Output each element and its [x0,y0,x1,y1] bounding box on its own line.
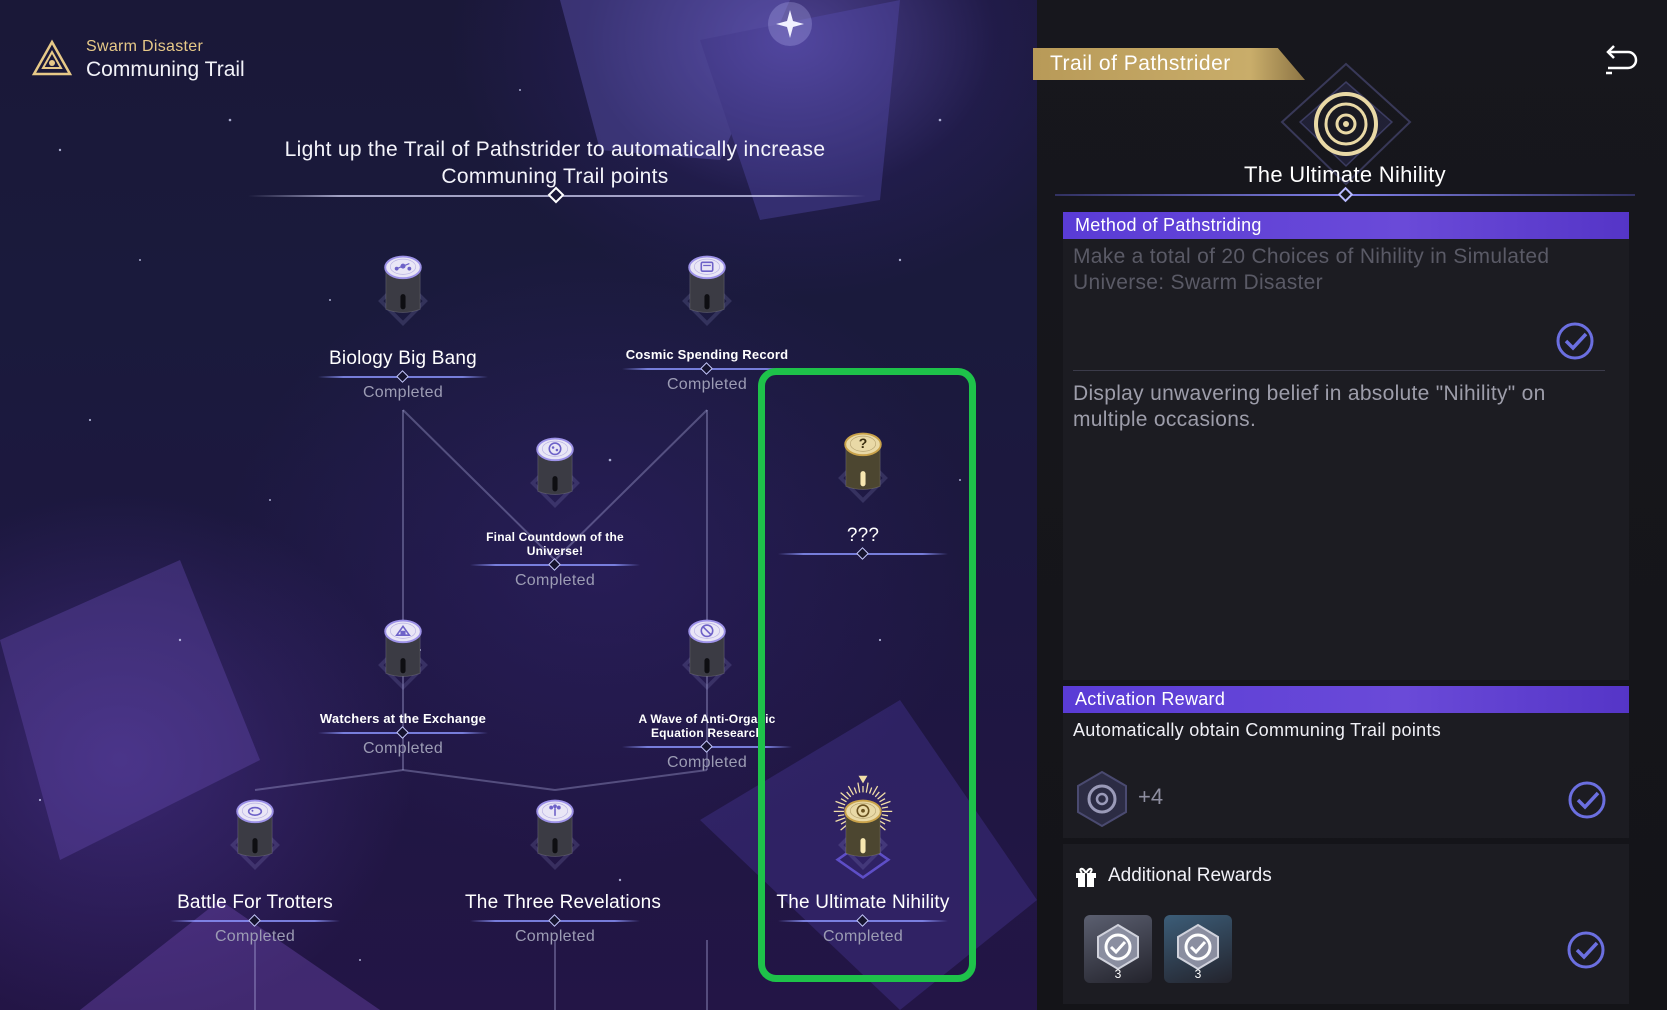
trail-node-biology-big-bang[interactable]: Biology Big Bang Completed [313,228,493,402]
node-label: The Three Revelations [465,892,662,913]
activation-heading: Activation Reward [1063,686,1629,713]
method-text: Make a total of 20 Choices of Nihility i… [1073,245,1550,294]
node-pillar [530,799,580,870]
node-status: Completed [514,928,596,945]
trail-node-final-countdown[interactable]: Final Countdown of the Universe! Complet… [465,410,645,590]
activation-check-icon [1568,781,1606,819]
node-separator [170,920,340,922]
node-label: Battle For Trotters [177,892,333,913]
page-header: Swarm Disaster Communing Trail [30,38,245,82]
additional-heading: Additional Rewards [1074,864,1272,888]
reward-item-1[interactable]: 3 [1084,915,1152,983]
reward-item-count: 3 [1114,967,1122,981]
intro-text: Light up the Trail of Pathstrider to aut… [284,138,826,188]
page-title: Communing Trail [86,58,245,81]
activation-text: Automatically obtain Communing Trail poi… [1073,720,1442,740]
node-pillar [682,255,732,326]
back-icon[interactable] [1600,42,1638,80]
node-label: Watchers at the Exchange [319,711,487,726]
node-status: Completed [362,740,444,757]
node-pillar [530,437,580,508]
reward-item-count: 3 [1194,967,1202,981]
communing-points-icon [1077,770,1127,828]
reward-item-2[interactable]: 3 [1164,915,1232,983]
trail-node-battle-trotters[interactable]: Battle For Trotters Completed [165,772,345,946]
node-pillar [378,619,428,690]
node-separator [470,920,640,922]
node-separator [470,564,640,566]
panel-title: The Ultimate Nihility [1244,162,1446,187]
node-status: Completed [362,384,444,401]
method-heading: Method of Pathstriding [1063,212,1629,239]
trail-node-three-revelations[interactable]: The Three Revelations Completed [465,772,662,946]
method-check-icon [1556,322,1594,360]
header-subtitle: Swarm Disaster [86,38,204,55]
node-label: Cosmic Spending Record [625,347,789,362]
node-pillar [682,619,732,690]
panel-tag: Trail of Pathstrider [1033,48,1305,80]
points-value: +4 [1138,784,1164,809]
triangle-emblem-icon [31,39,73,76]
trail-node-watchers-exchange[interactable]: Watchers at the Exchange Completed [313,592,493,758]
node-separator [318,376,488,378]
selected-column-highlight [758,368,976,982]
node-label: Biology Big Bang [329,348,477,369]
node-pillar [230,799,280,870]
flavor-text: Display unwavering belief in absolute "N… [1073,382,1546,431]
reward-item-icon [1097,923,1139,971]
node-status: Completed [214,928,296,945]
node-status: Completed [514,572,596,589]
additional-check-icon [1567,931,1605,969]
node-label: Final Countdown of the Universe! [486,530,624,558]
method-section [1063,239,1629,680]
method-separator [1073,370,1605,371]
gift-icon [1076,867,1096,887]
reward-item-icon [1177,923,1219,971]
node-separator [318,732,488,734]
node-pillar [378,255,428,326]
additional-heading-label: Additional Rewards [1108,865,1272,886]
